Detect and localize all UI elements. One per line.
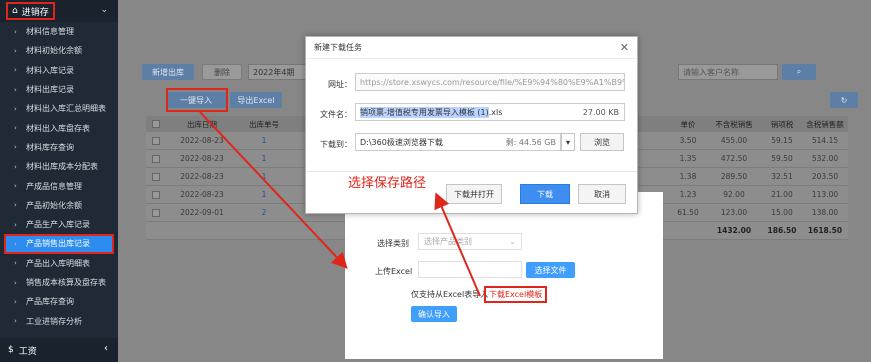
arrow-to-download-dialog bbox=[434, 192, 481, 297]
annotation-arrows bbox=[199, 111, 481, 297]
arrow-to-import-dialog bbox=[199, 111, 348, 269]
